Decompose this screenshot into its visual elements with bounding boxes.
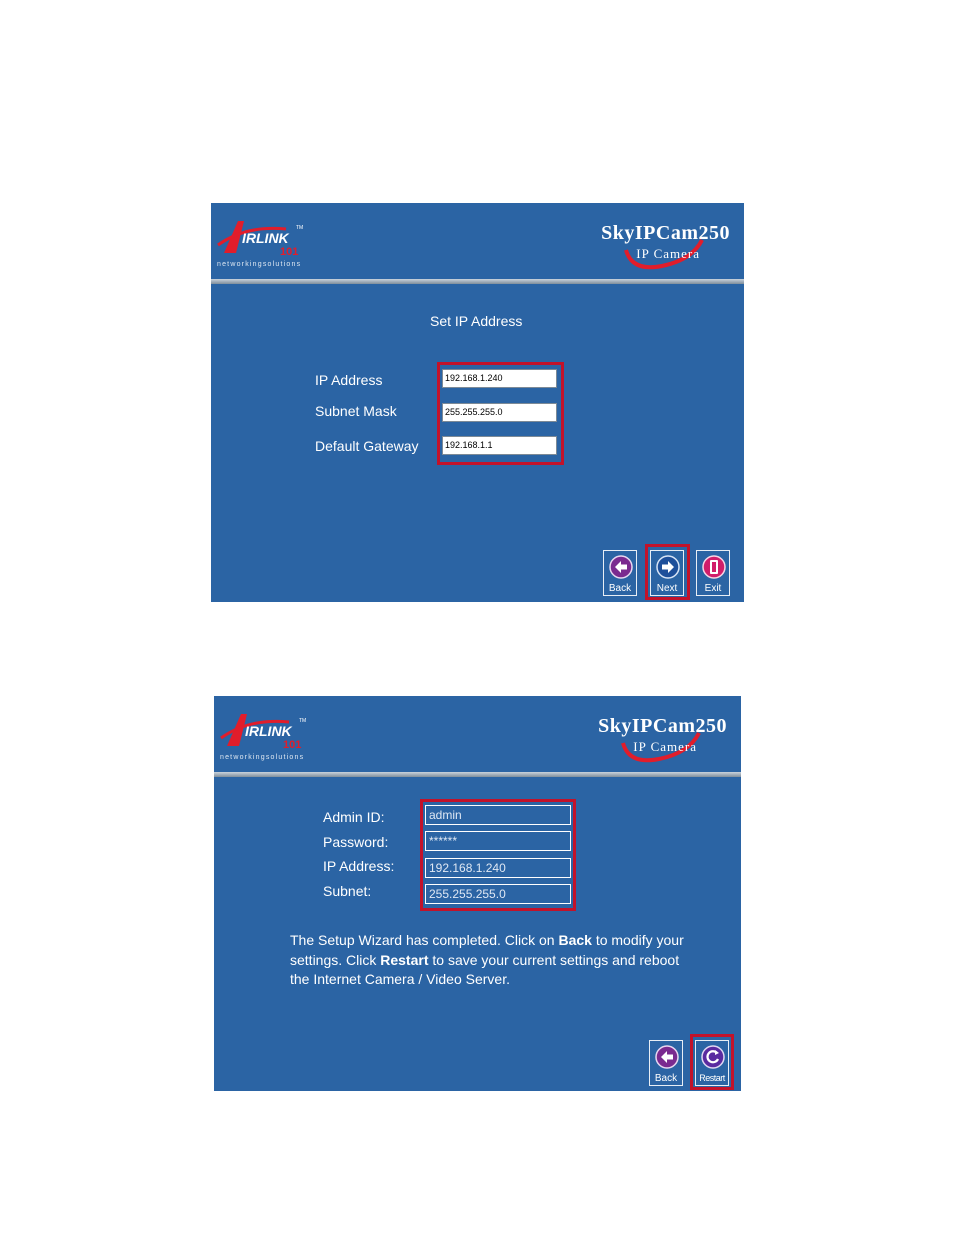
product-title: SkyIPCam250 xyxy=(601,222,730,244)
subnet-label: Subnet: xyxy=(323,883,372,899)
message-part-1: The Setup Wizard has completed. Click on xyxy=(290,932,559,948)
svg-text:IRLINK: IRLINK xyxy=(242,230,290,246)
password-field: ****** xyxy=(425,831,571,851)
ip-address-label: IP Address xyxy=(315,372,383,388)
logo-subtitle: networkingsolutions xyxy=(220,754,305,761)
admin-id-label: Admin ID: xyxy=(323,809,385,825)
svg-text:101: 101 xyxy=(280,246,298,258)
svg-text:TM: TM xyxy=(296,225,303,231)
product-brand: SkyIPCam250 IP Camera xyxy=(580,222,730,272)
back-label: Back xyxy=(608,583,632,594)
restart-highlight xyxy=(690,1034,734,1090)
message-back-word: Back xyxy=(558,932,592,948)
default-gateway-input[interactable]: 192.168.1.1 xyxy=(442,436,557,455)
default-gateway-label: Default Gateway xyxy=(315,438,419,454)
setup-complete-panel: IRLINK TM 101 networkingsolutions SkyIPC… xyxy=(214,696,741,1091)
exit-label: Exit xyxy=(704,583,722,594)
logo-subtitle: networkingsolutions xyxy=(217,261,302,268)
exit-button[interactable]: Exit xyxy=(696,550,730,596)
product-subtitle: IP Camera xyxy=(636,246,700,261)
airlink-logo: IRLINK TM 101 networkingsolutions xyxy=(219,708,319,766)
subnet-mask-label: Subnet Mask xyxy=(315,403,397,419)
admin-id-field: admin xyxy=(425,805,571,825)
completion-message: The Setup Wizard has completed. Click on… xyxy=(290,931,690,990)
back-button[interactable]: Back xyxy=(649,1040,683,1086)
ip-address-input[interactable]: 192.168.1.240 xyxy=(442,369,557,388)
svg-text:101: 101 xyxy=(283,739,301,751)
page-title: Set IP Address xyxy=(430,313,523,329)
product-title: SkyIPCam250 xyxy=(598,715,727,737)
left-arrow-icon xyxy=(655,1045,679,1069)
svg-text:TM: TM xyxy=(299,718,306,724)
back-button[interactable]: Back xyxy=(603,550,637,596)
exit-door-icon xyxy=(702,555,726,579)
header-divider xyxy=(214,772,741,777)
message-restart-word: Restart xyxy=(380,951,429,968)
back-label: Back xyxy=(654,1073,678,1084)
svg-text:IRLINK: IRLINK xyxy=(245,723,293,739)
product-subtitle: IP Camera xyxy=(633,739,697,754)
setup-ip-panel: IRLINK TM 101 networkingsolutions SkyIPC… xyxy=(211,203,744,602)
left-arrow-icon xyxy=(609,555,633,579)
panel-header: IRLINK TM 101 networkingsolutions SkyIPC… xyxy=(211,203,744,279)
ip-address-label: IP Address: xyxy=(323,858,395,874)
header-divider xyxy=(211,279,744,284)
next-highlight xyxy=(645,544,690,600)
product-brand: SkyIPCam250 IP Camera xyxy=(577,715,727,765)
subnet-mask-input[interactable]: 255.255.255.0 xyxy=(442,403,557,422)
ip-address-field: 192.168.1.240 xyxy=(425,858,571,878)
subnet-field: 255.255.255.0 xyxy=(425,884,571,904)
airlink-logo: IRLINK TM 101 networkingsolutions xyxy=(216,215,316,273)
password-label: Password: xyxy=(323,834,389,850)
panel-header: IRLINK TM 101 networkingsolutions SkyIPC… xyxy=(214,696,741,772)
